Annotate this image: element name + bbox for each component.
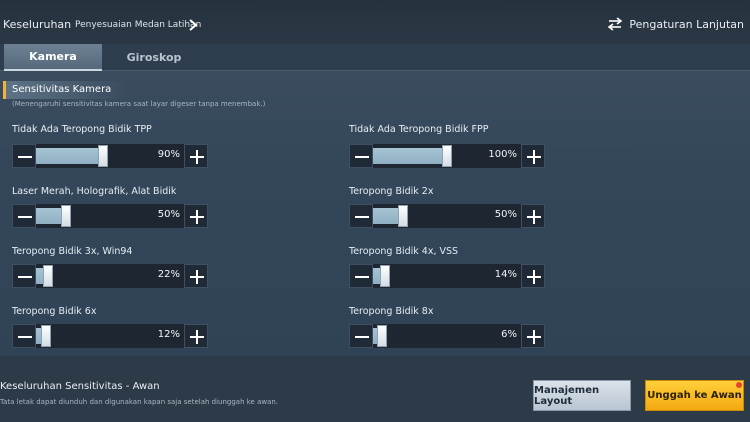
increase-button[interactable] xyxy=(184,324,208,348)
layout-management-button[interactable]: Manajemen Layout xyxy=(533,380,631,411)
breadcrumb-root[interactable]: Keseluruhan xyxy=(3,18,71,31)
slider-value: 90% xyxy=(157,149,180,160)
increase-button[interactable] xyxy=(521,204,545,228)
slider-handle[interactable] xyxy=(380,265,390,287)
breadcrumb-current[interactable]: Penyesuaian Medan Latihan xyxy=(75,20,201,30)
increase-button[interactable] xyxy=(521,144,545,168)
slider-track[interactable]: 6% xyxy=(373,324,521,348)
slider-3x[interactable]: 22% xyxy=(12,264,208,288)
upload-to-cloud-button[interactable]: Unggah ke Awan xyxy=(645,380,744,411)
tab-camera[interactable]: Kamera xyxy=(4,44,102,71)
slider-track[interactable]: 12% xyxy=(36,324,184,348)
tab-gyroscope[interactable]: Giroskop xyxy=(104,44,204,71)
decrease-button[interactable] xyxy=(12,264,36,288)
slider-6x[interactable]: 12% xyxy=(12,324,208,348)
slider-track[interactable]: 90% xyxy=(36,144,184,168)
slider-fpp[interactable]: 100% xyxy=(349,144,545,168)
slider-label-2x: Teropong Bidik 2x xyxy=(349,186,434,197)
decrease-button[interactable] xyxy=(12,144,36,168)
slider-2x[interactable]: 50% xyxy=(349,204,545,228)
slider-handle[interactable] xyxy=(43,265,53,287)
top-bar: Keseluruhan Penyesuaian Medan Latihan Pe… xyxy=(0,0,750,44)
increase-button[interactable] xyxy=(184,264,208,288)
increase-button[interactable] xyxy=(184,144,208,168)
slider-label-tpp: Tidak Ada Teropong Bidik TPP xyxy=(12,124,152,135)
layout-management-label: Manajemen Layout xyxy=(534,384,600,407)
footer-title: Keseluruhan Sensitivitas - Awan xyxy=(0,381,160,392)
chevron-right-icon xyxy=(189,19,198,31)
slider-value: 12% xyxy=(157,329,180,340)
slider-label-8x: Teropong Bidik 8x xyxy=(349,306,434,317)
slider-handle[interactable] xyxy=(398,205,408,227)
slider-value: 50% xyxy=(494,209,517,220)
slider-value: 100% xyxy=(488,149,517,160)
slider-label-fpp: Tidak Ada Teropong Bidik FPP xyxy=(349,124,489,135)
footer-description: Tata letak dapat diunduh dan digunakan k… xyxy=(0,398,279,406)
slider-label-red-dot: Laser Merah, Holografik, Alat Bidik xyxy=(12,186,177,197)
slider-handle[interactable] xyxy=(41,325,51,347)
increase-button[interactable] xyxy=(184,204,208,228)
decrease-button[interactable] xyxy=(349,264,373,288)
section-description: (Menengaruhi sensitivitas kamera saat la… xyxy=(12,100,266,108)
slider-label-4x: Teropong Bidik 4x, VSS xyxy=(349,246,459,257)
slider-track[interactable]: 50% xyxy=(373,204,521,228)
slider-value: 22% xyxy=(157,269,180,280)
slider-value: 14% xyxy=(494,269,517,280)
slider-tpp[interactable]: 90% xyxy=(12,144,208,168)
slider-8x[interactable]: 6% xyxy=(349,324,545,348)
decrease-button[interactable] xyxy=(12,204,36,228)
increase-button[interactable] xyxy=(521,324,545,348)
decrease-button[interactable] xyxy=(349,324,373,348)
slider-handle[interactable] xyxy=(377,325,387,347)
slider-fill xyxy=(36,148,103,164)
decrease-button[interactable] xyxy=(12,324,36,348)
section-title: Sensitivitas Kamera xyxy=(3,81,127,99)
slider-red-dot[interactable]: 50% xyxy=(12,204,208,228)
slider-track[interactable]: 14% xyxy=(373,264,521,288)
slider-value: 6% xyxy=(501,329,517,340)
decrease-button[interactable] xyxy=(349,144,373,168)
slider-label-3x: Teropong Bidik 3x, Win94 xyxy=(12,246,133,257)
slider-track[interactable]: 100% xyxy=(373,144,521,168)
slider-value: 50% xyxy=(157,209,180,220)
slider-track[interactable]: 22% xyxy=(36,264,184,288)
advanced-settings-button[interactable]: Pengaturan Lanjutan xyxy=(607,17,744,31)
swap-arrows-icon xyxy=(608,17,623,31)
advanced-settings-label: Pengaturan Lanjutan xyxy=(629,17,744,31)
increase-button[interactable] xyxy=(521,264,545,288)
slider-fill xyxy=(373,148,447,164)
slider-handle[interactable] xyxy=(442,145,452,167)
tab-bar: Kamera Giroskop xyxy=(0,44,750,71)
decrease-button[interactable] xyxy=(349,204,373,228)
slider-handle[interactable] xyxy=(61,205,71,227)
slider-4x[interactable]: 14% xyxy=(349,264,545,288)
slider-handle[interactable] xyxy=(98,145,108,167)
slider-track[interactable]: 50% xyxy=(36,204,184,228)
notification-dot xyxy=(736,382,742,388)
upload-to-cloud-label: Unggah ke Awan xyxy=(647,390,742,401)
slider-label-6x: Teropong Bidik 6x xyxy=(12,306,97,317)
